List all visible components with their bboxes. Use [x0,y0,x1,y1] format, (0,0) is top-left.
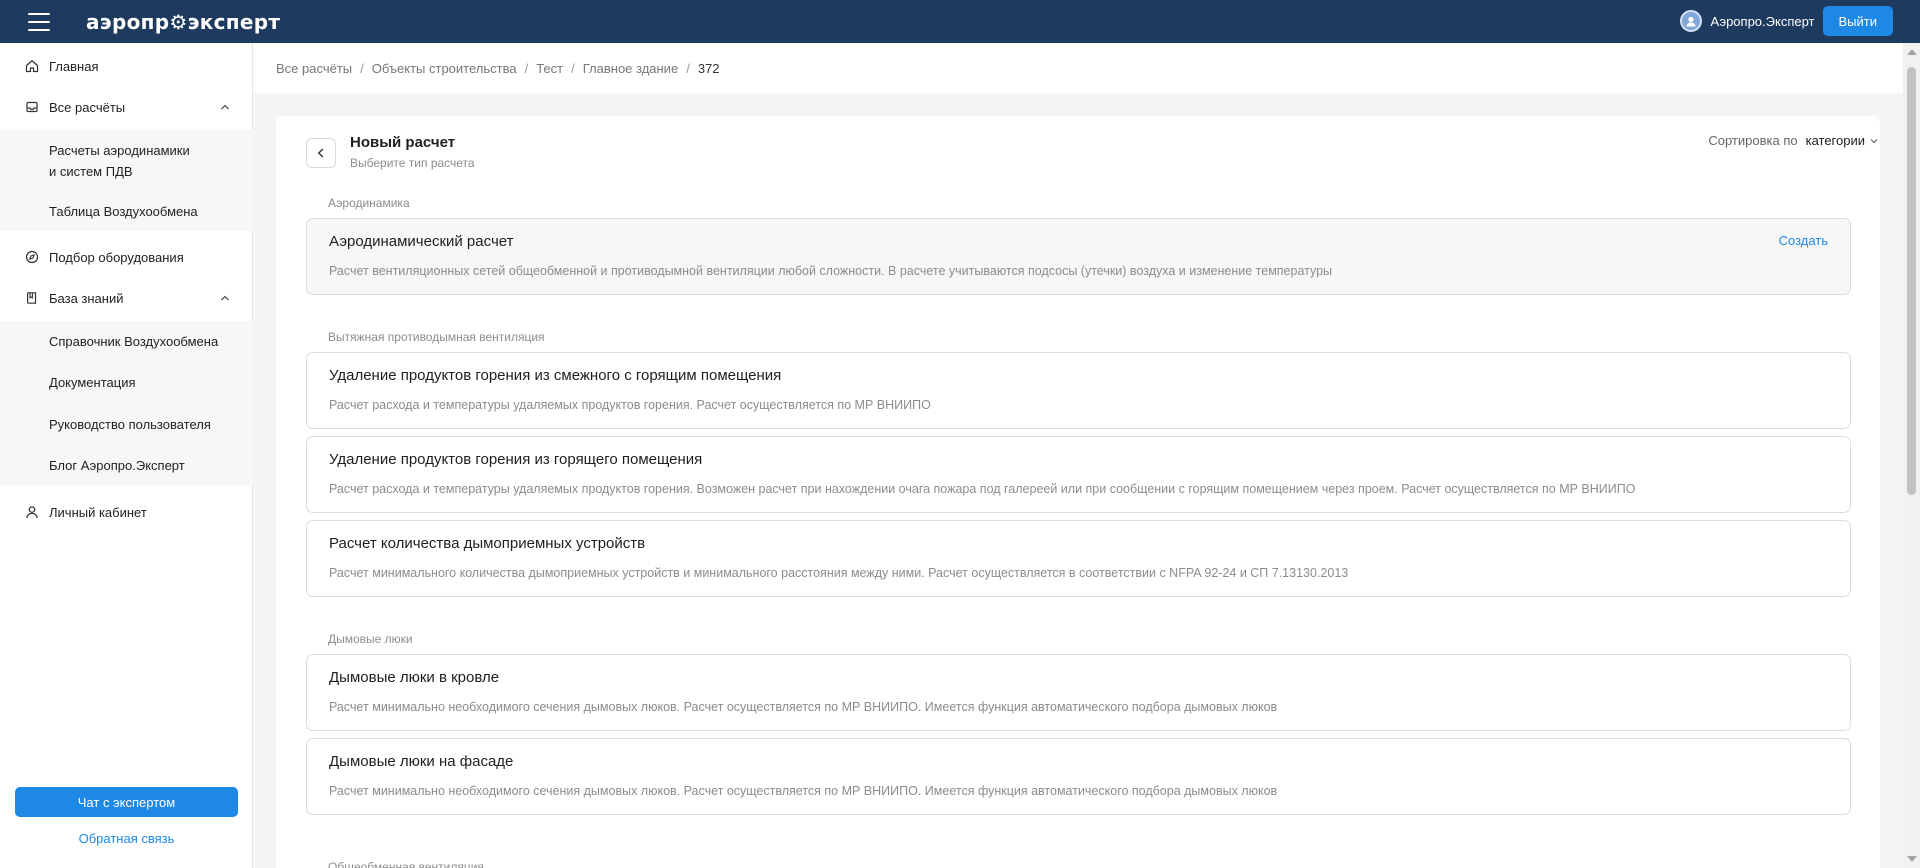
chat-with-expert-button[interactable]: Чат с экспертом [15,787,238,817]
breadcrumb: Все расчёты / Объекты строительства / Те… [253,43,1903,93]
sidebar-item-label: Подбор оборудования [49,249,184,265]
calc-type-card[interactable]: Удаление продуктов горения из горящего п… [306,436,1851,513]
chevron-left-icon [317,148,324,158]
sidebar-item-knowledge[interactable]: База знаний [0,280,253,316]
user-avatar-icon[interactable] [1680,10,1703,32]
inbox-icon [26,101,38,113]
sort-dropdown[interactable]: категории [1806,133,1879,148]
page-scrollbar[interactable] [1903,43,1920,868]
card-description: Расчет расхода и температуры удаляемых п… [329,482,1636,496]
breadcrumb-item[interactable]: Тест [536,61,563,76]
book-icon [26,292,37,304]
page-subtitle: Выберите тип расчета [350,156,475,170]
sort-label: Сортировка по [1708,133,1798,148]
card-title: Аэродинамический расчет [329,233,514,250]
card-description: Расчет минимально необходимого сечения д… [329,784,1278,798]
section-label: Аэродинамика [328,196,410,210]
logout-button[interactable]: Выйти [1822,6,1893,36]
section-label: Общеобменная вентиляция [328,860,484,868]
sidebar-subitem-documentation[interactable]: Документация [49,372,136,393]
user-icon [26,506,38,519]
card-title: Удаление продуктов горения из горящего п… [329,451,703,468]
main-content: Все расчёты / Объекты строительства / Те… [253,43,1903,868]
calc-type-card[interactable]: Расчет количества дымоприемных устройств… [306,520,1851,597]
sidebar-item-label: Личный кабинет [49,504,147,520]
sort-value: категории [1805,133,1865,148]
card-title: Расчет количества дымоприемных устройств [329,535,646,552]
create-link[interactable]: Создать [1779,233,1828,248]
home-icon [25,60,39,73]
breadcrumb-separator: / [524,60,529,76]
sidebar: Главная Все расчёты Расчеты аэродинамики… [0,43,253,868]
user-area: Аэропро.Эксперт Выйти [1680,6,1893,36]
compass-icon [25,250,39,264]
sidebar-submenu-knowledge: Справочник Воздухообмена Документация Ру… [0,321,253,485]
top-bar: аэропр⚙эксперт Аэропро.Эксперт Выйти [0,0,1920,43]
sidebar-item-equipment[interactable]: Подбор оборудования [0,239,253,275]
back-button[interactable] [306,138,336,168]
user-name[interactable]: Аэропро.Эксперт [1710,14,1814,29]
scroll-up-arrow-icon[interactable] [1907,49,1917,55]
calc-type-card[interactable]: Аэродинамический расчет Расчет вентиляци… [306,218,1851,295]
sidebar-item-account[interactable]: Личный кабинет [0,494,253,530]
card-description: Расчет минимального количества дымоприем… [329,566,1349,580]
card-description: Расчет минимально необходимого сечения д… [329,700,1278,714]
breadcrumb-item[interactable]: Главное здание [583,61,678,76]
sidebar-subitem-blog[interactable]: Блог Аэропро.Эксперт [49,455,185,476]
sidebar-subitem-air-exchange-table[interactable]: Таблица Воздухообмена [49,201,198,222]
new-calculation-panel: Новый расчет Выберите тип расчета Сортир… [276,116,1880,868]
feedback-link[interactable]: Обратная связь [0,831,253,846]
breadcrumb-separator: / [686,60,690,76]
card-description: Расчет расхода и температуры удаляемых п… [329,398,931,412]
calc-type-card[interactable]: Удаление продуктов горения из смежного с… [306,352,1851,429]
section-label: Дымовые люки [328,632,413,646]
sidebar-item-all-calcs[interactable]: Все расчёты [0,89,253,125]
sidebar-item-label: База знаний [49,290,124,306]
card-description: Расчет вентиляционных сетей общеобменной… [329,264,1333,278]
sidebar-subitem-air-exchange-reference[interactable]: Справочник Воздухообмена [49,331,218,352]
sort-control: Сортировка по категории [1580,133,1880,148]
sidebar-subitem-user-guide[interactable]: Руководство пользователя [49,414,211,435]
calc-type-card[interactable]: Дымовые люки в кровле Расчет минимально … [306,654,1851,731]
chevron-up-icon[interactable] [219,292,231,304]
sidebar-item-label: Главная [49,58,99,74]
scroll-down-arrow-icon[interactable] [1907,856,1917,862]
sidebar-subitem-aerodynamics[interactable]: Расчеты аэродинамики и систем ПДВ [49,140,190,182]
scrollbar-thumb[interactable] [1907,67,1916,495]
sidebar-submenu-calcs: Расчеты аэродинамики и систем ПДВ Таблиц… [0,130,253,231]
section-label: Вытяжная противодымная вентиляция [328,330,545,344]
menu-icon[interactable] [28,12,50,31]
breadcrumb-item[interactable]: Все расчёты [276,61,352,76]
breadcrumb-current: 372 [697,60,720,76]
card-title: Дымовые люки в кровле [329,669,500,686]
sidebar-item-home[interactable]: Главная [0,48,253,84]
calc-type-card[interactable]: Дымовые люки на фасаде Расчет минимально… [306,738,1851,815]
card-title: Дымовые люки на фасаде [329,753,514,770]
chevron-down-icon [1870,138,1878,143]
breadcrumb-separator: / [571,60,575,76]
card-title: Удаление продуктов горения из смежного с… [329,367,782,384]
sidebar-item-label: Все расчёты [49,99,126,115]
breadcrumb-item[interactable]: Объекты строительства [372,61,517,76]
app-logo[interactable]: аэропр⚙эксперт [86,10,280,34]
page-title: Новый расчет [350,134,456,151]
chevron-up-icon[interactable] [219,101,231,113]
breadcrumb-separator: / [360,60,364,76]
